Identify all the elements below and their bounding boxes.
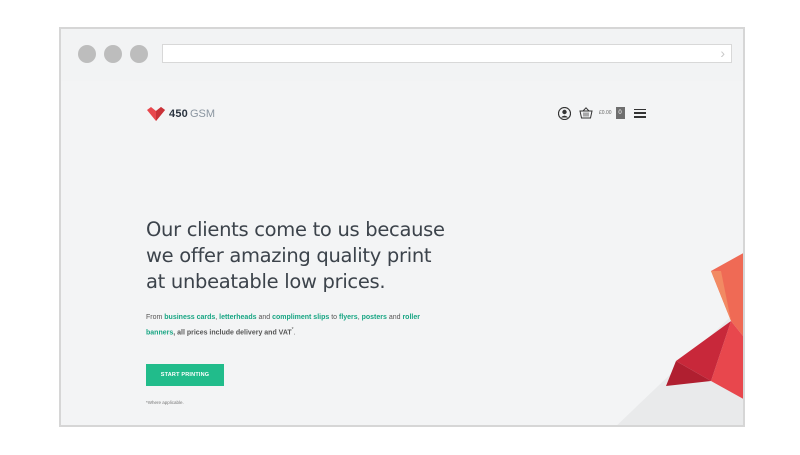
link-flyers[interactable]: flyers	[339, 314, 358, 321]
chevron-right-icon[interactable]: ›	[720, 45, 725, 62]
link-letterheads[interactable]: letterheads	[219, 314, 256, 321]
origami-bird-illustration	[617, 253, 743, 425]
heart-logo-icon	[147, 107, 165, 121]
sub-text: and	[386, 314, 403, 321]
footnote: *Where applicable.	[146, 400, 184, 405]
logo-text: GSM	[189, 108, 216, 120]
menu-icon[interactable]	[633, 108, 646, 118]
sub-text: and	[256, 314, 273, 321]
link-posters[interactable]: posters	[362, 314, 387, 321]
cart-price[interactable]: £0.00	[599, 110, 612, 116]
link-business-cards[interactable]: business cards	[164, 314, 215, 321]
header-nav: £0.00 0	[558, 105, 646, 121]
web-page: 450 GSM £0.00 0 Our clients come to us b…	[61, 81, 743, 425]
window-zoom-dot[interactable]	[130, 45, 148, 63]
window-close-dot[interactable]	[78, 45, 96, 63]
browser-window: › 450 GSM £0.00 0 Our clients come to us…	[59, 27, 745, 427]
cart-count-badge[interactable]: 0	[615, 107, 625, 119]
window-minimize-dot[interactable]	[104, 45, 122, 63]
link-compliment-slips[interactable]: compliment slips	[272, 314, 329, 321]
user-icon[interactable]	[558, 106, 571, 120]
start-printing-button[interactable]: START PRINTING	[146, 364, 224, 386]
sub-text: From	[146, 314, 165, 321]
hero-headline: Our clients come to us because we offer …	[146, 218, 445, 293]
logo-number: 450	[169, 108, 188, 120]
hero-subtext: From business cards, letterheads and com…	[146, 312, 446, 339]
address-bar[interactable]: ›	[162, 44, 732, 63]
sub-text-bold: , all prices include delivery and VAT	[173, 329, 292, 337]
site-logo[interactable]: 450 GSM	[147, 107, 215, 121]
sub-text: .	[293, 329, 296, 337]
browser-chrome: ›	[61, 29, 743, 81]
basket-icon[interactable]	[579, 107, 593, 119]
sub-text: to	[329, 314, 339, 321]
